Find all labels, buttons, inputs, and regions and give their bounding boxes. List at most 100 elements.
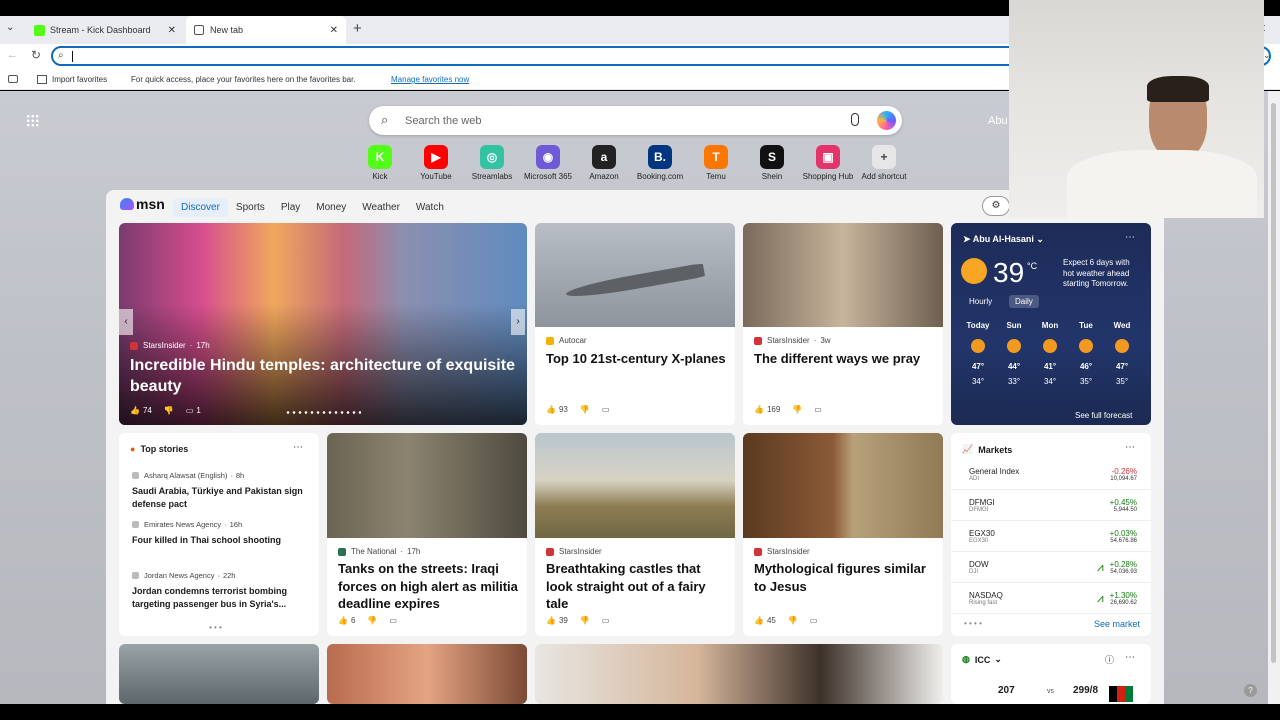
article-card-pray[interactable]: StarsInsider · 3w The different ways we … — [743, 223, 943, 425]
story-item[interactable]: Emirates News Agency · 16h Four killed in T… — [132, 520, 312, 547]
shortcut-kick[interactable]: K Kick — [352, 145, 408, 181]
story-item[interactable]: Asharq Alawsat (English) · 8h Saudi Arabia,… — [132, 471, 312, 511]
msn-logo[interactable]: msn — [120, 196, 165, 212]
see-full-forecast-link[interactable]: See full forecast — [1075, 411, 1132, 420]
tab-new-tab[interactable]: New tab ✕ — [186, 16, 346, 44]
dropdown-icon[interactable]: ⌄ — [1263, 50, 1271, 61]
tab-hourly[interactable]: Hourly — [969, 297, 992, 306]
like-icon[interactable]: 👍 — [130, 406, 140, 415]
carousel-next-button[interactable]: › — [511, 309, 525, 335]
card-title[interactable]: The different ways we pray — [754, 350, 934, 368]
article-card-xplanes[interactable]: Autocar Top 10 21st-century X-planes 👍 93… — [535, 223, 735, 425]
nav-sports[interactable]: Sports — [236, 202, 265, 213]
dislike-icon[interactable]: 👎 — [367, 616, 377, 625]
info-icon[interactable]: ⓘ — [1105, 653, 1114, 666]
user-name[interactable]: Abu — [988, 115, 1008, 127]
page-scrollbar[interactable] — [1268, 91, 1280, 704]
shortcut-temu[interactable]: T Temu — [688, 145, 744, 181]
markets-widget[interactable]: 📈 Markets ⋯ General Index ADI -0.26% 10,094… — [951, 433, 1151, 636]
shortcut-streamlabs[interactable]: ◎ Streamlabs — [464, 145, 520, 181]
like-icon[interactable]: 👍 — [338, 616, 348, 625]
article-card-actors[interactable] — [535, 644, 943, 704]
weather-widget[interactable]: ➤ Abu Al-Hasani ⌄ ⋯ 39 °C Expect 6 days … — [951, 223, 1151, 425]
shortcut-microsoft-365[interactable]: ◉ Microsoft 365 — [520, 145, 576, 181]
card-title[interactable]: Mythological figures similar to Jesus — [754, 560, 936, 595]
back-icon[interactable]: ← — [7, 49, 18, 61]
forecast-day[interactable]: Wed 47° 35° — [1104, 321, 1140, 386]
copilot-icon[interactable] — [877, 111, 896, 130]
microphone-icon[interactable] — [851, 113, 859, 126]
see-market-link[interactable]: See market — [1094, 619, 1140, 629]
apps-launcher-icon[interactable] — [26, 114, 39, 127]
article-card-people[interactable] — [327, 644, 527, 704]
market-row[interactable]: General Index ADI -0.26% 10,094.67 — [951, 459, 1151, 490]
forecast-day[interactable]: Mon 41° 34° — [1032, 321, 1068, 386]
tab-actions-menu-icon[interactable]: ⌄ — [6, 22, 20, 36]
weather-alert[interactable]: Expect 6 days with hot weather ahead sta… — [1063, 258, 1139, 290]
article-card-mythology[interactable]: StarsInsider Mythological figures simila… — [743, 433, 943, 636]
close-icon[interactable]: ✕ — [330, 25, 338, 36]
comment-icon[interactable]: ▭ — [814, 405, 822, 414]
icc-widget[interactable]: ◍ ICC ⌄ ⓘ ⋯ 207 vs 299/8 — [951, 644, 1151, 704]
like-icon[interactable]: 👍 — [546, 405, 556, 414]
web-search-box[interactable]: ⌕ Search the web — [369, 106, 902, 135]
more-options-icon[interactable]: ⋯ — [1125, 232, 1135, 243]
story-item[interactable]: Jordan News Agency · 22h Jordan condemns te… — [132, 571, 312, 611]
tab-daily[interactable]: Daily — [1009, 295, 1039, 308]
personalize-settings-icon[interactable]: ⚙ — [982, 196, 1010, 216]
forecast-day[interactable]: Today 47° 34° — [960, 321, 996, 386]
scrollbar-thumb[interactable] — [1271, 103, 1276, 663]
dislike-icon[interactable]: 👎 — [792, 405, 802, 414]
shortcut-youtube[interactable]: ▶ YouTube — [408, 145, 464, 181]
sidebar-toggle-icon[interactable] — [8, 75, 18, 83]
market-row[interactable]: DOW DJI ⩘ +0.28% 54,036.93 — [951, 552, 1151, 583]
tab-kick-dashboard[interactable]: Stream - Kick Dashboard ✕ — [26, 16, 184, 44]
more-options-icon[interactable]: ⋯ — [293, 442, 303, 453]
dislike-icon[interactable]: 👎 — [164, 406, 174, 415]
refresh-icon[interactable]: ↻ — [31, 48, 41, 62]
shortcut-add-shortcut[interactable]: + Add shortcut — [856, 145, 912, 181]
more-options-icon[interactable]: ⋯ — [1125, 442, 1135, 453]
shortcut-booking-com[interactable]: B. Booking.com — [632, 145, 688, 181]
icc-title[interactable]: ICC — [975, 655, 991, 665]
nav-play[interactable]: Play — [281, 202, 300, 213]
dislike-icon[interactable]: 👎 — [788, 616, 798, 625]
card-title[interactable]: Breathtaking castles that look straight … — [546, 560, 728, 613]
like-icon[interactable]: 👍 — [546, 616, 556, 625]
shortcut-amazon[interactable]: a Amazon — [576, 145, 632, 181]
help-icon[interactable]: ? — [1244, 684, 1257, 697]
shortcut-shopping-hub[interactable]: ▣ Shopping Hub — [800, 145, 856, 181]
comment-icon[interactable]: ▭ — [810, 616, 818, 625]
like-icon[interactable]: 👍 — [754, 616, 764, 625]
nav-watch[interactable]: Watch — [416, 202, 444, 213]
nav-money[interactable]: Money — [316, 202, 346, 213]
more-options-icon[interactable]: ⋯ — [1125, 652, 1135, 663]
shortcut-shein[interactable]: S Shein — [744, 145, 800, 181]
forecast-day[interactable]: Sun 44° 33° — [996, 321, 1032, 386]
like-icon[interactable]: 👍 — [754, 405, 764, 414]
manage-favorites-link[interactable]: Manage favorites now — [391, 75, 469, 84]
location-name[interactable]: Abu Al-Hasani — [973, 234, 1034, 244]
card-title[interactable]: Top 10 21st-century X-planes — [546, 350, 726, 368]
chevron-down-icon[interactable]: ⌄ — [994, 654, 1002, 665]
article-card-iraq[interactable]: The National · 17h Tanks on the streets:… — [327, 433, 527, 636]
forecast-day[interactable]: Tue 46° 35° — [1068, 321, 1104, 386]
comment-icon[interactable]: ▭ — [602, 616, 610, 625]
hero-title[interactable]: Incredible Hindu temples: architecture o… — [130, 355, 515, 397]
comment-icon[interactable]: ▭ — [602, 405, 610, 414]
close-icon[interactable]: ✕ — [168, 25, 176, 36]
article-card-tunnel[interactable] — [119, 644, 319, 704]
card-title[interactable]: Tanks on the streets: Iraqi forces on hi… — [338, 560, 520, 613]
market-row[interactable]: EGX30 EGX30 +0.03% 54,676.86 — [951, 521, 1151, 552]
comment-icon[interactable]: ▭ — [389, 616, 397, 625]
dislike-icon[interactable]: 👎 — [580, 616, 590, 625]
market-row[interactable]: NASDAQ Rising fast ⩘ +1.30% 26,690.62 — [951, 583, 1151, 614]
nav-discover[interactable]: Discover — [173, 198, 228, 217]
chevron-down-icon[interactable]: ⌄ — [1036, 234, 1044, 244]
carousel-prev-button[interactable]: ‹ — [119, 309, 133, 335]
article-card-castles[interactable]: StarsInsider Breathtaking castles that l… — [535, 433, 735, 636]
hero-carousel[interactable]: ‹ › StarsInsider · 17h Incredible Hindu … — [119, 223, 527, 425]
import-favorites-button[interactable]: Import favorites — [37, 75, 107, 84]
comment-icon[interactable]: ▭ — [186, 406, 194, 415]
nav-weather[interactable]: Weather — [362, 202, 400, 213]
